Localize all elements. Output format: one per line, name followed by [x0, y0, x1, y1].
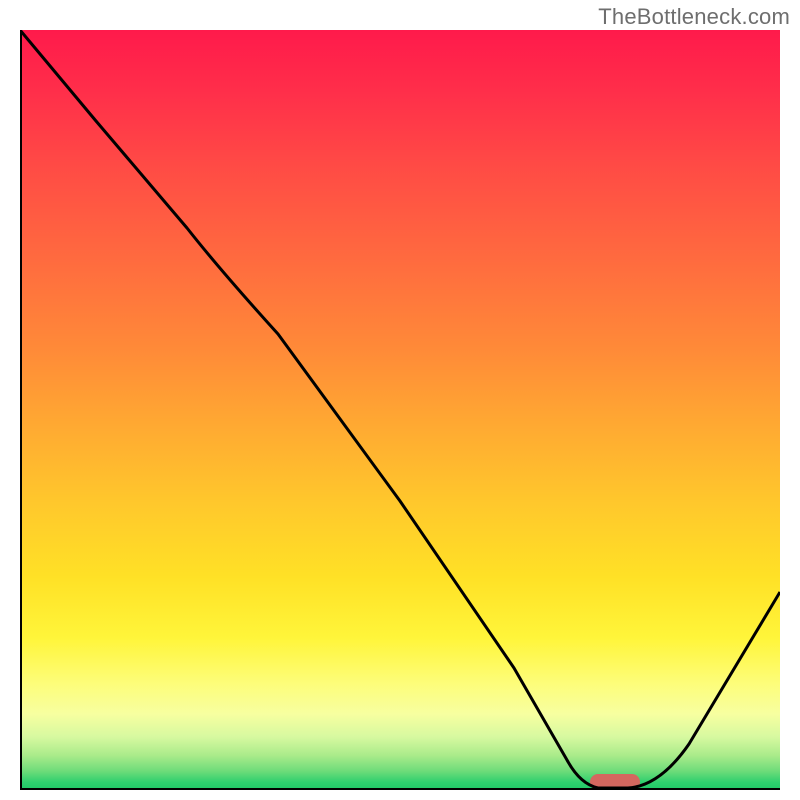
bottleneck-curve: [20, 30, 780, 788]
plot-area: [20, 30, 780, 790]
plot-svg: [20, 30, 780, 790]
chart-container: TheBottleneck.com: [0, 0, 800, 800]
watermark-text: TheBottleneck.com: [598, 4, 790, 30]
